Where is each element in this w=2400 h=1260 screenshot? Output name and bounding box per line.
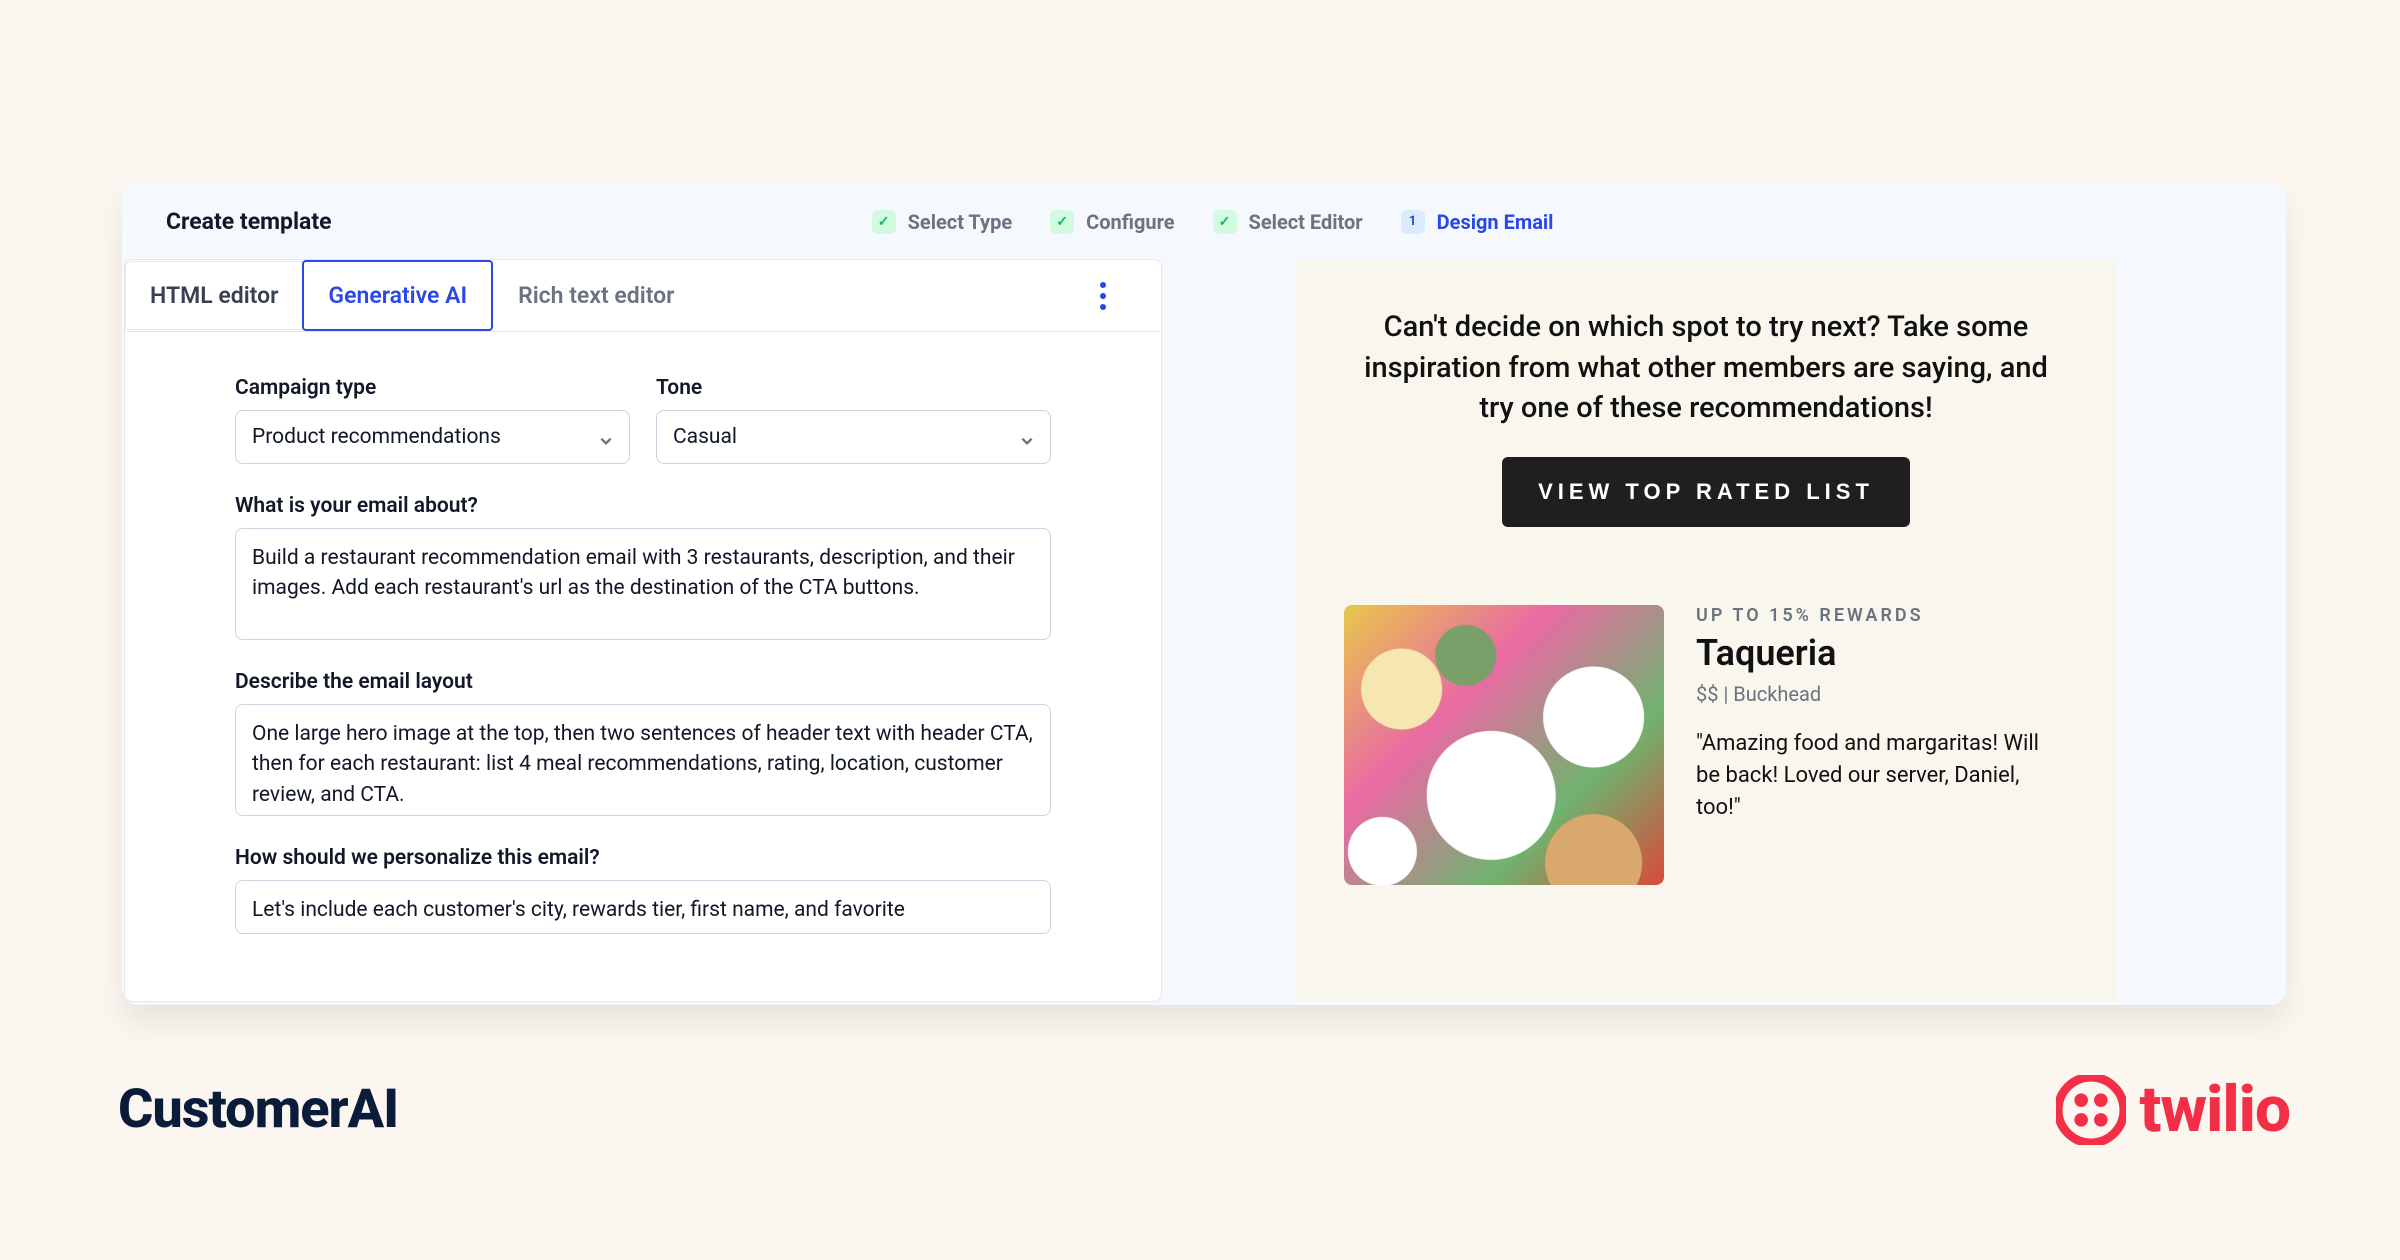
- panel-header: Create template ✓ Select Type ✓ Configur…: [122, 182, 2286, 259]
- step-label: Design Email: [1437, 210, 1554, 234]
- brand-logo: twilio: [2056, 1072, 2290, 1147]
- personalize-input[interactable]: [235, 880, 1051, 934]
- check-icon: ✓: [1213, 210, 1237, 234]
- tab-html-editor[interactable]: HTML editor: [125, 261, 302, 330]
- step-number-badge: 1: [1401, 210, 1425, 234]
- step-label: Configure: [1086, 210, 1174, 234]
- app-panel: Create template ✓ Select Type ✓ Configur…: [122, 182, 2286, 1005]
- chevron-down-icon: [1020, 430, 1034, 444]
- editor-tabs: HTML editor Generative AI Rich text edit…: [125, 260, 1161, 332]
- check-icon: ✓: [872, 210, 896, 234]
- campaign-type-value: Product recommendations: [252, 425, 501, 449]
- chevron-down-icon: [599, 430, 613, 444]
- preview-hero-cta[interactable]: VIEW TOP RATED LIST: [1502, 457, 1910, 527]
- tone-value: Casual: [673, 425, 737, 449]
- editor-row: HTML editor Generative AI Rich text edit…: [122, 259, 2286, 1002]
- preview-eyebrow: UP TO 15% REWARDS: [1696, 605, 2068, 626]
- layout-input[interactable]: [235, 704, 1051, 816]
- layout-label: Describe the email layout: [235, 670, 1051, 694]
- personalize-label: How should we personalize this email?: [235, 846, 1051, 870]
- tab-rich-text-editor[interactable]: Rich text editor: [493, 261, 699, 330]
- twilio-mark-icon: [2056, 1075, 2126, 1145]
- form-column: HTML editor Generative AI Rich text edit…: [124, 259, 1162, 1002]
- step-select-editor[interactable]: ✓ Select Editor: [1213, 210, 1363, 234]
- footer: CustomerAI twilio: [118, 1072, 2290, 1147]
- step-design-email[interactable]: 1 Design Email: [1401, 210, 1554, 234]
- preview-card-meta: $$ | Buckhead: [1696, 682, 2068, 706]
- step-label: Select Type: [908, 210, 1013, 234]
- email-preview: Can't decide on which spot to try next? …: [1296, 259, 2116, 1002]
- price-tier: $$: [1696, 682, 1718, 706]
- product-wordmark: CustomerAI: [118, 1078, 398, 1141]
- preview-card: UP TO 15% REWARDS Taqueria $$ | Buckhead…: [1344, 575, 2068, 885]
- campaign-type-label: Campaign type: [235, 376, 630, 400]
- more-menu-icon[interactable]: [1085, 278, 1121, 314]
- preview-hero-text: Can't decide on which spot to try next? …: [1344, 307, 2068, 429]
- preview-card-image: [1344, 605, 1664, 885]
- step-configure[interactable]: ✓ Configure: [1050, 210, 1174, 234]
- step-label: Select Editor: [1249, 210, 1363, 234]
- about-input[interactable]: [235, 528, 1051, 640]
- preview-card-title: Taqueria: [1696, 632, 2068, 674]
- preview-quote: "Amazing food and margaritas! Will be ba…: [1696, 728, 2068, 824]
- about-label: What is your email about?: [235, 494, 1051, 518]
- page-title: Create template: [166, 208, 332, 235]
- step-select-type[interactable]: ✓ Select Type: [872, 210, 1013, 234]
- check-icon: ✓: [1050, 210, 1074, 234]
- tone-select[interactable]: Casual: [656, 410, 1051, 464]
- stepper: ✓ Select Type ✓ Configure ✓ Select Edito…: [872, 210, 1554, 234]
- location: Buckhead: [1733, 682, 1821, 706]
- tone-label: Tone: [656, 376, 1051, 400]
- campaign-type-select[interactable]: Product recommendations: [235, 410, 630, 464]
- brand-wordmark: twilio: [2140, 1072, 2290, 1147]
- tab-generative-ai[interactable]: Generative AI: [302, 260, 493, 331]
- form-body: Campaign type Product recommendations To…: [125, 332, 1161, 938]
